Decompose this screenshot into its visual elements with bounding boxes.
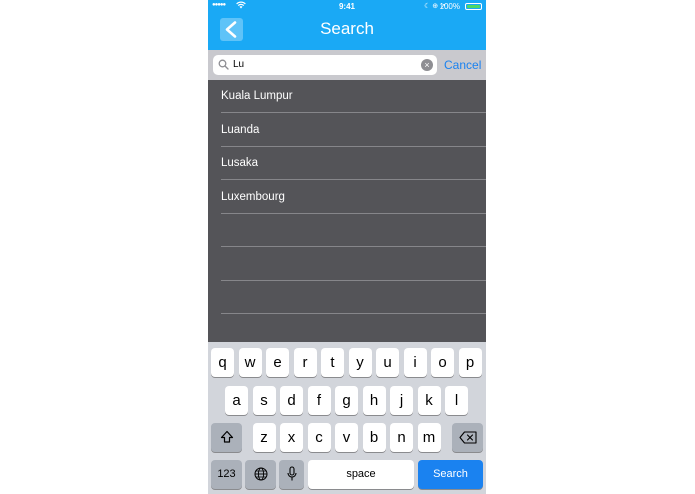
shift-icon [220, 430, 233, 443]
key-i[interactable]: i [403, 348, 427, 377]
key-f[interactable]: f [307, 386, 331, 415]
key-v[interactable]: v [335, 423, 358, 452]
status-bar: ●●●●● 9:41 ☾ ⊕ ➚ 100% [208, 0, 486, 13]
search-input[interactable]: Lu × [213, 55, 437, 75]
results-list: Kuala Lumpur Luanda Lusaka Luxembourg [208, 80, 486, 343]
space-key[interactable]: space [308, 460, 414, 489]
phone-screen: ●●●●● 9:41 ☾ ⊕ ➚ 100% Search Lu × Cancel… [208, 0, 486, 494]
key-m[interactable]: m [417, 423, 441, 452]
empty-row [208, 281, 486, 314]
battery-percent: 100% [439, 2, 460, 11]
key-s[interactable]: s [252, 386, 276, 415]
key-w[interactable]: w [238, 348, 262, 377]
key-e[interactable]: e [266, 348, 289, 377]
key-o[interactable]: o [431, 348, 454, 377]
navigation-bar: ●●●●● 9:41 ☾ ⊕ ➚ 100% Search [208, 0, 486, 50]
list-item[interactable]: Luxembourg [208, 181, 486, 214]
shift-key[interactable] [211, 423, 242, 452]
key-x[interactable]: x [280, 423, 303, 452]
key-y[interactable]: y [348, 348, 372, 377]
key-u[interactable]: u [376, 348, 399, 377]
key-r[interactable]: r [293, 348, 317, 377]
key-b[interactable]: b [362, 423, 386, 452]
globe-icon [254, 467, 267, 481]
search-bar: Lu × Cancel [208, 50, 486, 80]
numbers-key[interactable]: 123 [211, 460, 242, 489]
list-item-label: Lusaka [221, 157, 259, 169]
key-k[interactable]: k [417, 386, 441, 415]
divider [221, 313, 486, 314]
backspace-key[interactable] [452, 423, 483, 452]
list-item-label: Luxembourg [221, 190, 285, 203]
search-key[interactable]: Search [418, 460, 483, 489]
key-a[interactable]: a [225, 386, 248, 415]
backspace-icon [458, 431, 477, 444]
clear-text-icon[interactable]: × [421, 59, 433, 71]
key-q[interactable]: q [211, 348, 234, 377]
list-item[interactable]: Kuala Lumpur [208, 80, 486, 113]
globe-key[interactable] [245, 460, 276, 489]
moon-icon: ☾ [424, 3, 431, 10]
battery-icon [465, 3, 482, 10]
search-icon [218, 59, 229, 70]
lock-rotation-icon: ⊕ [432, 3, 439, 10]
page-title: Search [320, 19, 374, 38]
key-p[interactable]: p [458, 348, 482, 377]
key-l[interactable]: l [445, 386, 468, 415]
empty-row [208, 248, 486, 281]
key-d[interactable]: d [280, 386, 303, 415]
dictation-key[interactable] [279, 460, 304, 489]
battery-level [467, 5, 480, 8]
key-z[interactable]: z [252, 423, 276, 452]
search-input-value: Lu [233, 59, 245, 70]
list-item[interactable]: Luanda [208, 114, 486, 147]
list-item-label: Kuala Lumpur [221, 90, 293, 102]
key-j[interactable]: j [390, 386, 413, 415]
list-item-label: Luanda [221, 123, 260, 136]
empty-row [208, 214, 486, 247]
microphone-icon [286, 466, 297, 481]
key-g[interactable]: g [335, 386, 358, 415]
cancel-button[interactable]: Cancel [444, 58, 481, 72]
keyboard: q w e r t y u i o p a s d f g h j k l z … [208, 342, 486, 494]
key-c[interactable]: c [307, 423, 331, 452]
key-t[interactable]: t [321, 348, 344, 377]
key-h[interactable]: h [362, 386, 386, 415]
key-n[interactable]: n [390, 423, 413, 452]
list-item[interactable]: Lusaka [208, 147, 486, 180]
